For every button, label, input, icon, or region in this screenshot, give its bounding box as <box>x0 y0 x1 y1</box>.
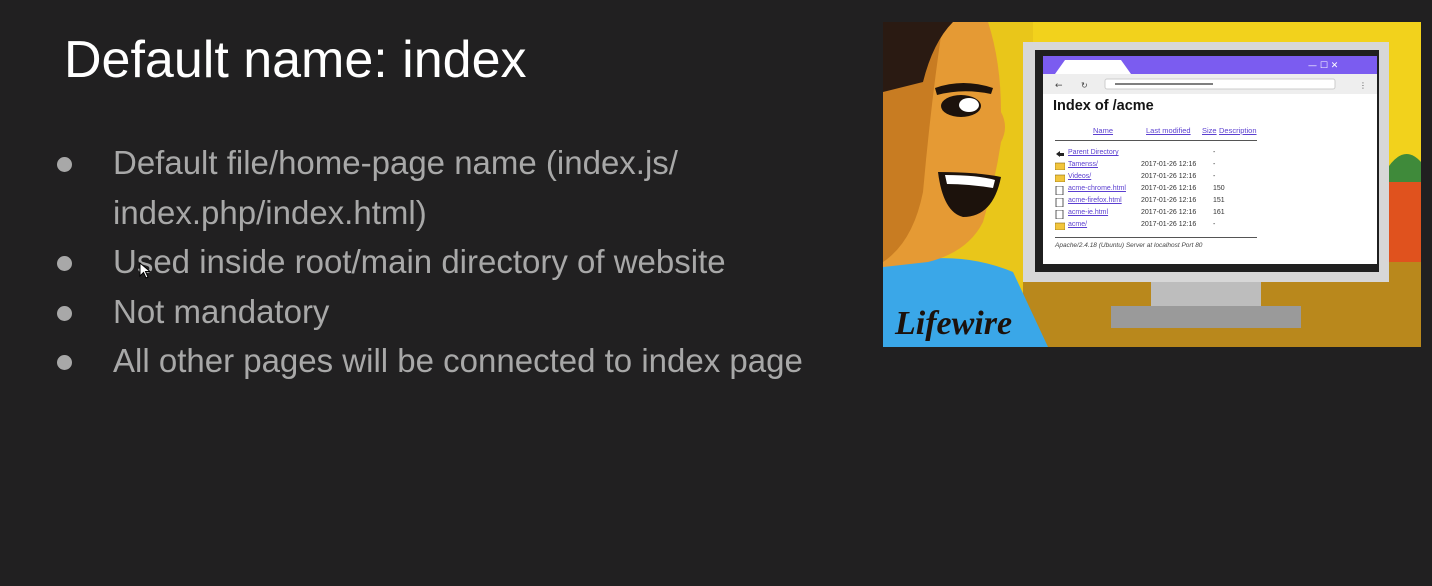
list-item: Videos/ 2017-01-26 12:16 - <box>1054 173 1265 185</box>
column-name: Name <box>1093 126 1114 135</box>
folder-icon <box>1054 174 1066 183</box>
list-item: acme-ie.html 2017-01-26 12:16 161 <box>1055 209 1265 221</box>
column-last-modified: Last modified <box>1146 126 1191 135</box>
folder-icon <box>1054 162 1066 171</box>
directory-listing: Index of /acme Name Last modified Size D… <box>1047 95 1377 262</box>
list-item: acme/ 2017-01-26 12:16 - <box>1054 221 1265 233</box>
list-item: acme-firefox.html 2017-01-26 12:16 151 <box>1055 197 1265 209</box>
mouse-cursor-icon <box>139 262 151 279</box>
divider <box>1055 237 1257 238</box>
list-item: Tamenss/ 2017-01-26 12:16 - <box>1054 161 1265 173</box>
file-icon <box>1055 197 1065 208</box>
file-icon <box>1055 185 1065 196</box>
folder-icon <box>1054 222 1066 231</box>
bullet-item: All other pages will be connected to ind… <box>56 336 876 386</box>
list-item: Parent Directory - <box>1055 149 1265 161</box>
bullet-item: Default file/home-page name (index.js/ i… <box>56 138 876 237</box>
divider <box>1055 140 1257 141</box>
lifewire-logo: Lifewire <box>894 305 1012 342</box>
server-footer: Apache/2.4.18 (Ubuntu) Server at localho… <box>1055 242 1203 249</box>
file-icon <box>1055 209 1065 220</box>
svg-text:⋮: ⋮ <box>1359 81 1367 90</box>
svg-text:— ☐ ✕: — ☐ ✕ <box>1308 61 1338 71</box>
back-arrow-icon <box>1055 150 1065 158</box>
bullet-list: Default file/home-page name (index.js/ i… <box>56 138 876 386</box>
list-item: acme-chrome.html 2017-01-26 12:16 150 <box>1055 185 1265 197</box>
bullet-item: Used inside root/main directory of websi… <box>56 237 876 287</box>
index-heading: Index of /acme <box>1053 98 1154 114</box>
svg-text:←: ← <box>1055 81 1063 91</box>
bullet-item: Not mandatory <box>56 287 876 337</box>
svg-text:↻: ↻ <box>1081 81 1088 90</box>
column-description: Description <box>1219 126 1257 135</box>
column-size: Size <box>1202 126 1217 135</box>
slide-title: Default name: index <box>64 31 527 89</box>
